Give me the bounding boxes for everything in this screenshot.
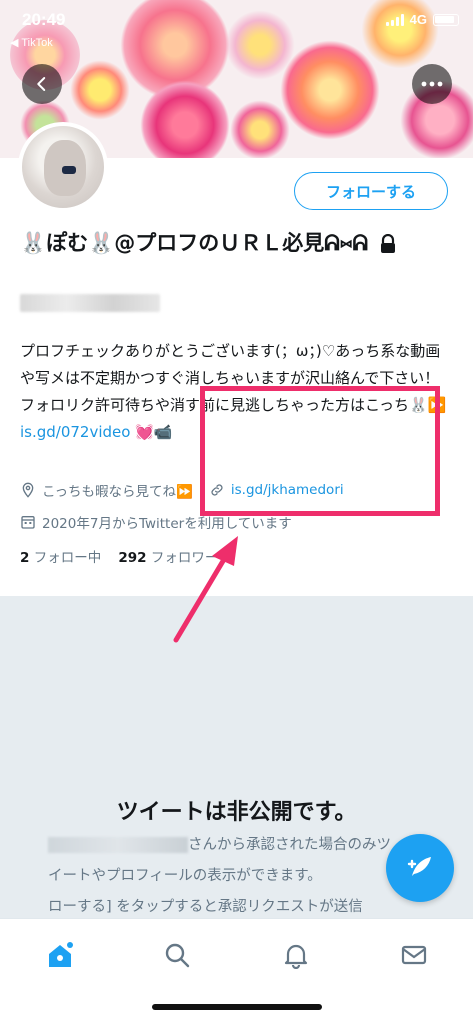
back-to-app-link[interactable]: ◀ TikTok: [10, 36, 53, 49]
search-icon: [165, 943, 190, 968]
more-dots-icon: [421, 81, 443, 87]
display-name: 🐰ぽむ🐰@プロフのＵＲＬ必見ᕱ⑅ᕱ: [20, 228, 460, 258]
following-label[interactable]: フォロー中: [34, 550, 102, 566]
signal-icon: [385, 13, 404, 26]
followers-label[interactable]: フォロワー: [151, 550, 219, 566]
protected-line-2: イートやプロフィールの表示ができます。: [48, 868, 322, 884]
location-text: こっちも暇なら見てね⏩: [42, 484, 193, 500]
followers-count[interactable]: 292: [118, 550, 146, 566]
lock-icon: [381, 234, 396, 253]
protected-line-1: さんから承認された場合のみツ: [188, 837, 391, 853]
status-time: 20:49: [22, 10, 66, 29]
nav-messages[interactable]: [394, 935, 434, 975]
nav-search[interactable]: [157, 935, 197, 975]
annotation-highlight-box: [200, 386, 440, 516]
follow-button[interactable]: フォローする: [294, 172, 448, 210]
compose-tweet-button[interactable]: [386, 834, 454, 902]
display-name-text: 🐰ぽむ🐰@プロフのＵＲＬ必見ᕱ⑅ᕱ: [20, 231, 369, 255]
home-indicator: [152, 1004, 322, 1010]
follow-counts: 2 フォロー中 292 フォロワー: [20, 546, 218, 566]
banner-flower: [140, 80, 230, 158]
calendar-icon: [21, 516, 35, 529]
nav-home[interactable]: [40, 935, 80, 975]
user-handle-blurred: [20, 294, 160, 312]
banner-flower: [70, 60, 130, 120]
bell-icon: [284, 944, 308, 969]
back-button[interactable]: [22, 64, 62, 104]
following-count[interactable]: 2: [20, 550, 29, 566]
more-button[interactable]: [412, 64, 452, 104]
home-icon: [49, 942, 73, 967]
back-arrow-icon: [37, 77, 46, 91]
avatar[interactable]: [18, 122, 108, 212]
banner-flower: [280, 40, 380, 140]
protected-description: さんから承認された場合のみツ イートやプロフィールの表示ができます。 ローする]…: [48, 830, 438, 923]
network-label: 4G: [409, 12, 427, 27]
bio-link[interactable]: is.gd/072video: [20, 423, 130, 441]
protected-title: ツイートは非公開です。: [116, 800, 357, 825]
status-indicators: 4G: [385, 12, 459, 27]
status-bar: 20:49 ◀ TikTok 4G: [0, 0, 473, 49]
bio-emoji-tail: 💓📹: [130, 423, 173, 441]
battery-icon: [433, 13, 459, 26]
nav-notifications[interactable]: [276, 935, 316, 975]
location-pin-icon: [22, 482, 34, 498]
blurred-username: [48, 837, 188, 853]
mail-icon: [401, 945, 427, 965]
compose-tweet-icon: [407, 857, 431, 876]
banner-flower: [230, 100, 290, 158]
